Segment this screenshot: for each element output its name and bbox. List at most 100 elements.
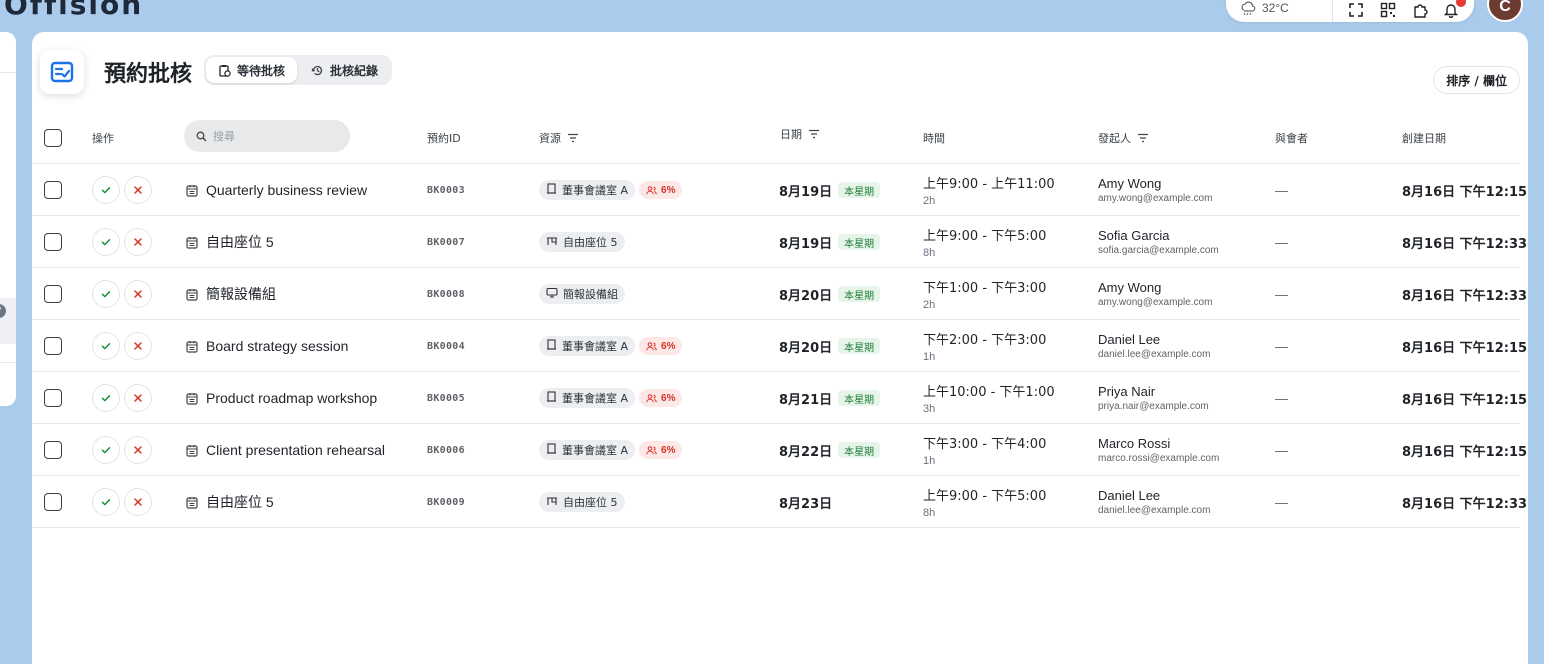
clipboard-clock-icon: [219, 64, 231, 77]
table-row[interactable]: Product roadmap workshop BK0005 董事會議室 A …: [32, 372, 1527, 424]
approve-button[interactable]: [92, 488, 120, 516]
resource-chip[interactable]: 董事會議室 A: [539, 440, 636, 460]
this-week-tag: 本星期: [838, 234, 881, 250]
close-icon: [134, 498, 142, 506]
resource-chip[interactable]: 自由座位 5: [539, 492, 625, 512]
check-icon: [101, 187, 111, 194]
sort-columns-button[interactable]: 排序 / 欄位: [1433, 66, 1520, 94]
table-row[interactable]: Board strategy session BK0004 董事會議室 A 6%…: [32, 320, 1527, 372]
table-row[interactable]: 自由座位 5 BK0007 自由座位 5 8月19日 本星期 上午9:00 - …: [32, 216, 1527, 268]
organizer-name: Marco Rossi: [1098, 436, 1171, 451]
row-checkbox[interactable]: [44, 337, 62, 355]
row-checkbox[interactable]: [44, 181, 62, 199]
created-date: 8月16日 下午12:15: [1402, 444, 1528, 460]
row-checkbox[interactable]: [44, 493, 62, 511]
tab-pending[interactable]: 等待批核: [206, 57, 298, 83]
reject-button[interactable]: [124, 384, 152, 412]
filter-icon: [809, 129, 819, 139]
booking-title: 自由座位 5: [206, 494, 274, 510]
approval-icon: [40, 50, 84, 94]
calendar-icon: [186, 340, 198, 353]
qr-code-icon[interactable]: [1379, 1, 1397, 19]
table-row[interactable]: Client presentation rehearsal BK0006 董事會…: [32, 424, 1527, 476]
resource-chip[interactable]: 董事會議室 A: [539, 336, 636, 356]
select-all-checkbox[interactable]: [44, 129, 62, 147]
capacity-value: 6%: [661, 444, 676, 456]
reject-button[interactable]: [124, 228, 152, 256]
attendees-value: —: [1275, 234, 1288, 250]
resource-name: 董事會議室 A: [562, 340, 629, 353]
approve-button[interactable]: [92, 436, 120, 464]
row-checkbox[interactable]: [44, 233, 62, 251]
booking-date: 8月23日: [779, 496, 833, 512]
booking-id: BK0005: [427, 392, 465, 404]
table-row[interactable]: 自由座位 5 BK0009 自由座位 5 8月23日 上午9:00 - 下午5:…: [32, 476, 1527, 528]
capacity-value: 6%: [661, 340, 676, 352]
view-tabs: 等待批核 批核紀錄: [204, 55, 393, 85]
page-header: 預約批核 等待批核 批核紀錄 排序 / 欄位: [32, 32, 1528, 112]
col-date[interactable]: 日期: [780, 108, 820, 160]
filter-icon: [1138, 133, 1148, 143]
resource-name: 董事會議室 A: [562, 444, 629, 457]
booking-title: Client presentation rehearsal: [206, 442, 385, 458]
sidebar-divider: [0, 362, 16, 363]
room-icon: [547, 183, 556, 194]
time-range: 上午9:00 - 下午5:00: [923, 489, 1047, 504]
row-checkbox[interactable]: [44, 285, 62, 303]
organizer-email: sofia.garcia@example.com: [1098, 245, 1219, 256]
col-actions: 操作: [92, 132, 114, 145]
search-input[interactable]: [213, 129, 333, 143]
resource-chip[interactable]: 董事會議室 A: [539, 388, 636, 408]
approve-button[interactable]: [92, 176, 120, 204]
desk-icon: [547, 497, 557, 505]
sidebar-divider: [0, 72, 16, 73]
col-resource[interactable]: 資源: [539, 112, 579, 164]
approve-button[interactable]: [92, 332, 120, 360]
weather-widget[interactable]: 32°C: [1240, 1, 1318, 19]
main-card: 預約批核 等待批核 批核紀錄 排序 / 欄位 操作 預約ID 資源: [32, 32, 1528, 664]
reject-button[interactable]: [124, 280, 152, 308]
resource-chip[interactable]: 董事會議室 A: [539, 180, 636, 200]
capacity-chip: 6%: [639, 337, 683, 355]
capacity-chip: 6%: [639, 389, 683, 407]
room-icon: [547, 391, 556, 402]
resource-name: 董事會議室 A: [562, 392, 629, 405]
resource-chip[interactable]: 簡報設備組: [539, 284, 625, 304]
approve-button[interactable]: [92, 228, 120, 256]
search-box[interactable]: [184, 120, 350, 152]
page-title: 預約批核: [104, 62, 193, 87]
row-checkbox[interactable]: [44, 441, 62, 459]
fullscreen-icon[interactable]: [1347, 1, 1365, 19]
tab-history[interactable]: 批核紀錄: [299, 57, 390, 83]
reject-button[interactable]: [124, 176, 152, 204]
calendar-icon: [186, 392, 198, 405]
resource-chip[interactable]: 自由座位 5: [539, 232, 625, 252]
user-avatar[interactable]: C: [1487, 0, 1523, 22]
resource-name: 自由座位 5: [563, 236, 618, 249]
attendees-value: —: [1275, 390, 1288, 406]
toolbar-divider: [1332, 0, 1334, 22]
organizer-name: Amy Wong: [1098, 280, 1162, 295]
attendees-value: —: [1275, 182, 1288, 198]
organizer-name: Daniel Lee: [1098, 332, 1161, 347]
bell-icon[interactable]: [1442, 0, 1466, 19]
booking-title: 自由座位 5: [206, 234, 274, 250]
close-icon: [134, 342, 142, 350]
booking-id: BK0004: [427, 340, 465, 352]
puzzle-icon[interactable]: [1411, 1, 1429, 19]
reject-button[interactable]: [124, 436, 152, 464]
reject-button[interactable]: [124, 488, 152, 516]
room-icon: [547, 443, 556, 454]
table-row[interactable]: 簡報設備組 BK0008 簡報設備組 8月20日 本星期 下午1:00 - 下午…: [32, 268, 1527, 320]
organizer-email: daniel.lee@example.com: [1098, 349, 1211, 360]
close-icon: [134, 290, 142, 298]
approve-button[interactable]: [92, 384, 120, 412]
reject-button[interactable]: [124, 332, 152, 360]
approve-button[interactable]: [92, 280, 120, 308]
table-row[interactable]: Quarterly business review BK0003 董事會議室 A…: [32, 164, 1527, 216]
time-range: 上午9:00 - 上午11:00: [923, 177, 1055, 192]
row-checkbox[interactable]: [44, 389, 62, 407]
capacity-chip: 6%: [639, 441, 683, 459]
col-organizer[interactable]: 發起人: [1098, 112, 1149, 164]
table-header: 操作 預約ID 資源 日期 時間 發起人 與會者 創建日期: [32, 112, 1520, 164]
